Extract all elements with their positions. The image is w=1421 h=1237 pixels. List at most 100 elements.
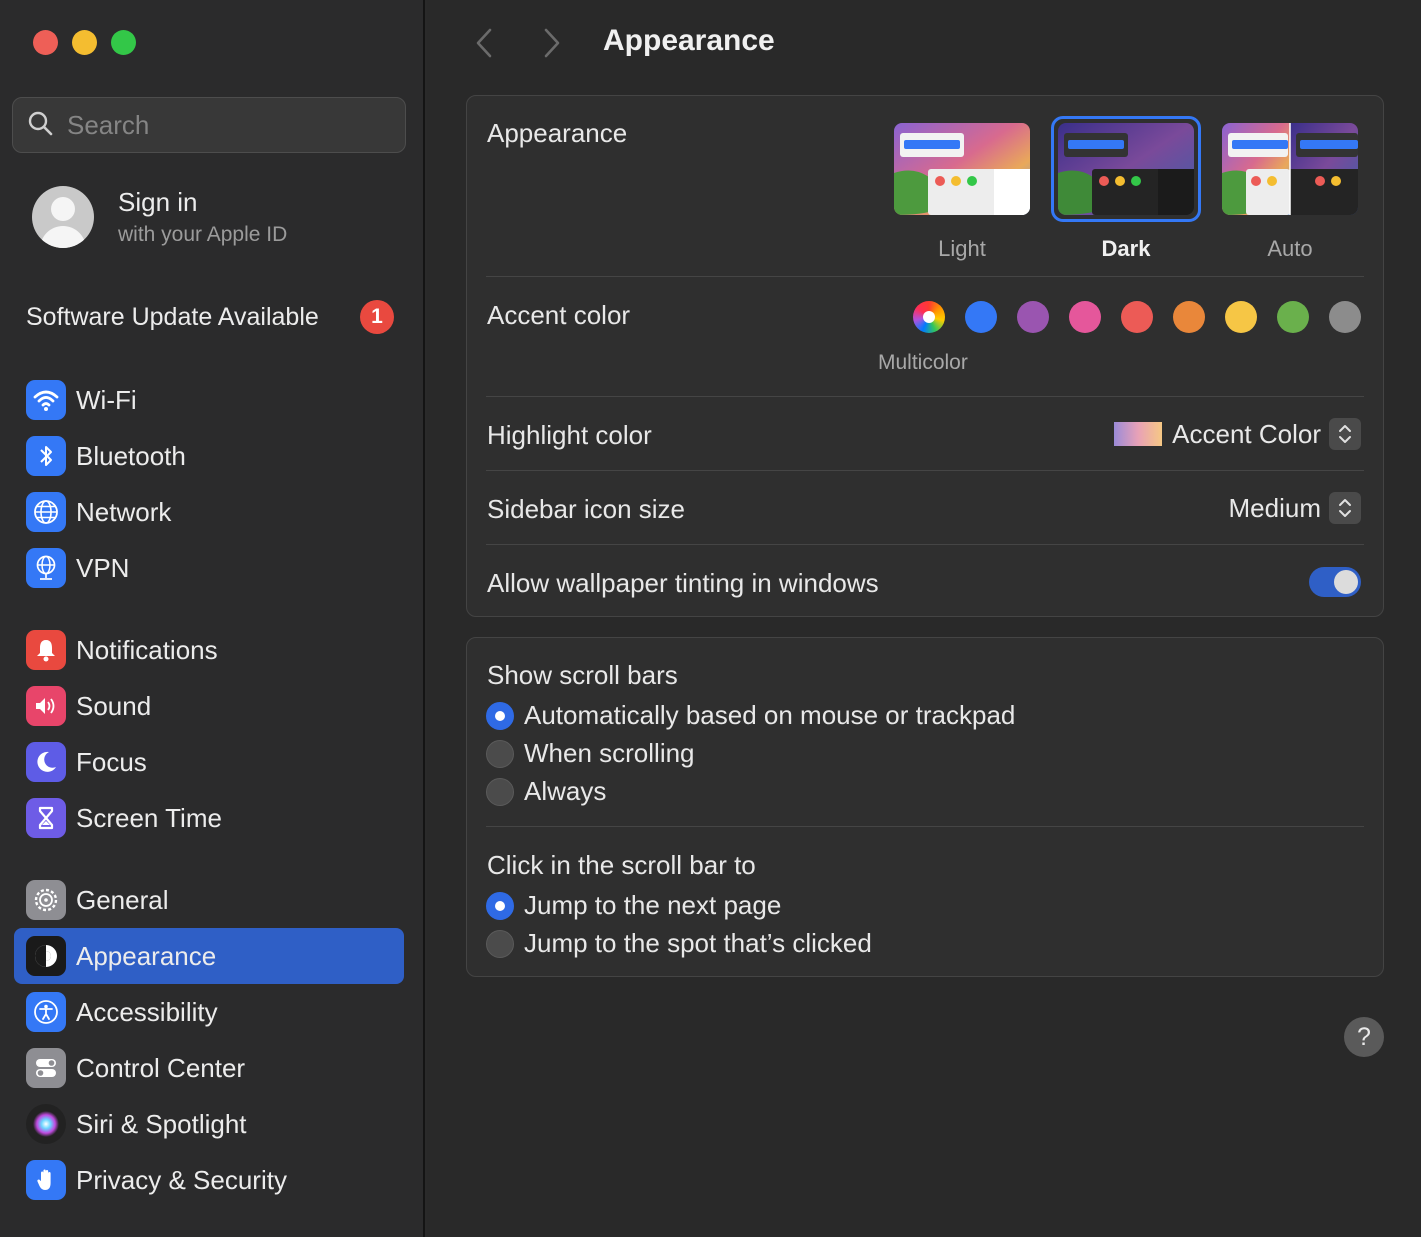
- sidebar-item-bluetooth[interactable]: Bluetooth: [14, 428, 404, 484]
- bell-icon: [26, 630, 66, 670]
- sidebar-item-label: Network: [76, 496, 172, 527]
- search-input[interactable]: [67, 109, 387, 141]
- help-button[interactable]: ?: [1344, 1017, 1384, 1057]
- chevron-up-down-icon: [1329, 492, 1361, 524]
- sidebar-item-label: Focus: [76, 746, 147, 777]
- sidebar-item-label: VPN: [76, 552, 130, 583]
- back-button[interactable]: [470, 26, 498, 65]
- bluetooth-icon: [26, 436, 66, 476]
- sidebar-item-appearance[interactable]: Appearance: [14, 928, 404, 984]
- divider: [486, 544, 1364, 545]
- sidebar-item-siri-spotlight[interactable]: Siri & Spotlight: [14, 1096, 404, 1152]
- speaker-icon: [26, 686, 66, 726]
- sidebar-item-wifi[interactable]: Wi-Fi: [14, 372, 404, 428]
- globe-icon: [26, 492, 66, 532]
- theme-auto-option[interactable]: Auto: [1215, 116, 1365, 262]
- sidebar-item-accessibility[interactable]: Accessibility: [14, 984, 404, 1040]
- wallpaper-tinting-toggle[interactable]: [1309, 567, 1361, 597]
- radio-label: Automatically based on mouse or trackpad: [524, 700, 1016, 730]
- sidebar-item-label: Notifications: [76, 634, 218, 665]
- vpn-globe-icon: [26, 548, 66, 588]
- theme-light-label: Light: [938, 236, 986, 261]
- sidebar-item-screen-time[interactable]: Screen Time: [14, 790, 404, 846]
- main-pane: Appearance Appearance Light Dark Auto Ac…: [427, 0, 1421, 1237]
- theme-dark-thumbnail: [1058, 123, 1194, 215]
- accent-swatch-purple[interactable]: [1017, 301, 1049, 333]
- forward-button[interactable]: [538, 26, 566, 65]
- toggles-icon: [26, 1048, 66, 1088]
- accent-swatch-orange[interactable]: [1173, 301, 1205, 333]
- close-window-button[interactable]: [33, 30, 58, 55]
- sidebar-item-label: Accessibility: [76, 996, 218, 1027]
- scroll-bars-when-scrolling-option[interactable]: When scrolling: [486, 738, 695, 769]
- accent-swatch-blue[interactable]: [965, 301, 997, 333]
- accent-swatch-green[interactable]: [1277, 301, 1309, 333]
- sidebar-item-sound[interactable]: Sound: [14, 678, 404, 734]
- sidebar: Sign in with your Apple ID Software Upda…: [0, 0, 425, 1237]
- accent-swatch-yellow[interactable]: [1225, 301, 1257, 333]
- history-navigation: [470, 26, 566, 65]
- divider: [486, 826, 1364, 827]
- search-field[interactable]: [12, 97, 406, 153]
- minimize-window-button[interactable]: [72, 30, 97, 55]
- appearance-icon: [26, 936, 66, 976]
- accent-color-label: Accent color: [487, 300, 631, 330]
- sidebar-item-network[interactable]: Network: [14, 484, 404, 540]
- appearance-label: Appearance: [487, 118, 628, 148]
- radio-label: When scrolling: [524, 738, 695, 768]
- accent-swatch-graphite[interactable]: [1329, 301, 1361, 333]
- avatar: [32, 186, 94, 248]
- highlight-color-label: Highlight color: [487, 420, 652, 450]
- sidebar-icon-size-popup[interactable]: Medium: [1229, 492, 1361, 524]
- page-title: Appearance: [603, 24, 775, 57]
- sidebar-item-general[interactable]: General: [14, 872, 404, 928]
- scroll-bars-automatic-option[interactable]: Automatically based on mouse or trackpad: [486, 700, 1015, 731]
- scroll-bars-always-option[interactable]: Always: [486, 776, 606, 807]
- sidebar-item-label: General: [76, 884, 169, 915]
- accent-swatch-pink[interactable]: [1069, 301, 1101, 333]
- radio-label: Always: [524, 776, 607, 806]
- moon-icon: [26, 742, 66, 782]
- software-update-label: Software Update Available: [26, 302, 319, 331]
- accessibility-icon: [26, 992, 66, 1032]
- theme-light-thumbnail: [894, 123, 1030, 215]
- sidebar-item-notifications[interactable]: Notifications: [14, 622, 404, 678]
- sidebar-item-control-center[interactable]: Control Center: [14, 1040, 404, 1096]
- click-scroll-bar-label: Click in the scroll bar to: [487, 850, 756, 880]
- click-jump-next-page-option[interactable]: Jump to the next page: [486, 890, 781, 921]
- highlight-color-swatch: [1114, 422, 1163, 446]
- sidebar-item-label: Wi-Fi: [76, 384, 137, 415]
- accent-swatch-red[interactable]: [1121, 301, 1153, 333]
- accent-swatch-multicolor[interactable]: [913, 301, 945, 333]
- apple-id-signin[interactable]: Sign in with your Apple ID: [32, 186, 287, 248]
- theme-light-option[interactable]: Light: [887, 116, 1037, 262]
- sidebar-item-focus[interactable]: Focus: [14, 734, 404, 790]
- radio-button[interactable]: [486, 701, 514, 730]
- radio-button[interactable]: [486, 929, 514, 958]
- chevron-up-down-icon: [1329, 418, 1361, 450]
- wifi-icon: [26, 380, 66, 420]
- sidebar-item-vpn[interactable]: VPN: [14, 540, 404, 596]
- scroll-settings-group: Show scroll bars Automatically based on …: [466, 637, 1384, 977]
- siri-icon: [26, 1104, 66, 1144]
- accent-color-swatches: [913, 301, 1361, 333]
- radio-button[interactable]: [486, 891, 514, 920]
- gear-icon: [26, 880, 66, 920]
- zoom-window-button[interactable]: [111, 30, 136, 55]
- theme-dark-option[interactable]: Dark: [1051, 116, 1201, 262]
- radio-label: Jump to the spot that’s clicked: [524, 928, 872, 958]
- sidebar-item-label: Privacy & Security: [76, 1164, 287, 1195]
- sidebar-item-label: Siri & Spotlight: [76, 1108, 247, 1139]
- click-jump-to-spot-option[interactable]: Jump to the spot that’s clicked: [486, 928, 872, 959]
- divider: [486, 470, 1364, 471]
- theme-dark-label: Dark: [1101, 236, 1151, 261]
- hand-icon: [26, 1160, 66, 1200]
- highlight-color-popup[interactable]: Accent Color: [1114, 418, 1361, 450]
- radio-button[interactable]: [486, 777, 514, 806]
- sidebar-item-label: Sound: [76, 690, 152, 721]
- software-update-item[interactable]: Software Update Available 1: [26, 300, 394, 334]
- sidebar-item-label: Bluetooth: [76, 440, 186, 471]
- sidebar-item-privacy-security[interactable]: Privacy & Security: [14, 1152, 404, 1208]
- theme-dark-thumbnail-frame: [1051, 116, 1201, 222]
- radio-button[interactable]: [486, 739, 514, 768]
